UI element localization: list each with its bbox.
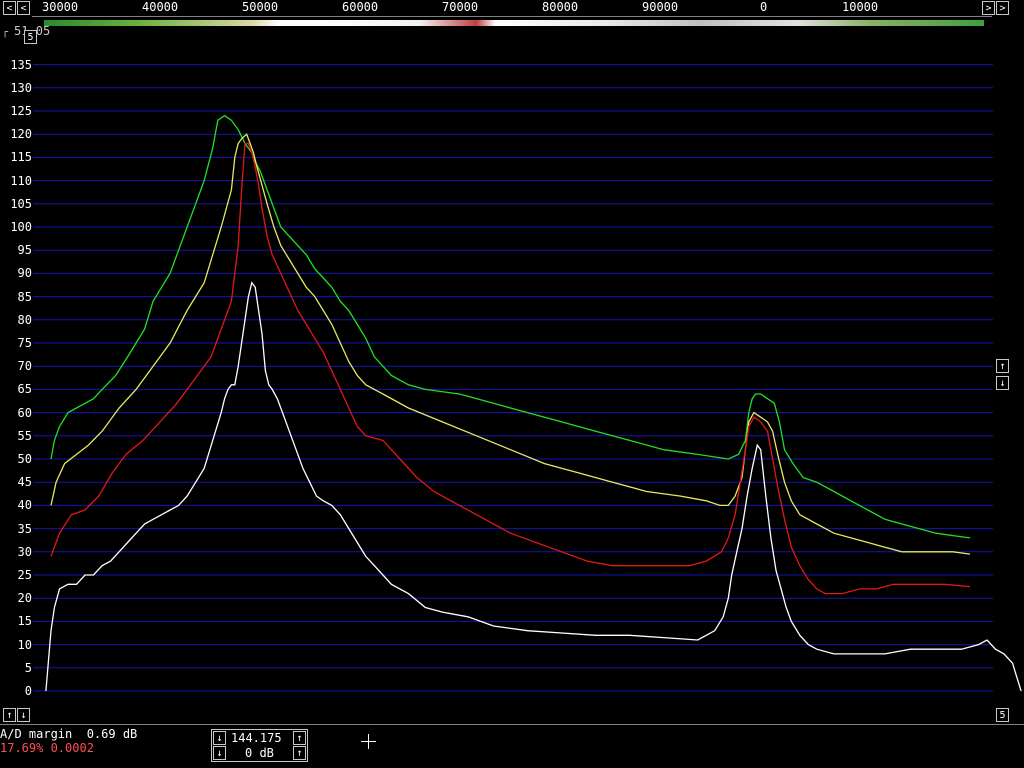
green-trace <box>50 114 971 539</box>
level-down-button[interactable]: ↓ <box>996 376 1009 390</box>
y-axis-label: 125 <box>10 104 32 118</box>
frequency-value: 144.175 <box>231 731 282 745</box>
y-axis-label: 75 <box>17 336 32 350</box>
gain-down-button[interactable]: ↓ <box>213 746 226 760</box>
y-axis-label: 110 <box>10 173 32 188</box>
ad-margin-status: A/D margin 0.69 dB <box>0 727 138 741</box>
y-axis-label: 55 <box>17 428 32 443</box>
cpu-load-status: 17.69% 0.0002 <box>0 741 94 755</box>
red-trace <box>50 142 971 595</box>
y-axis-label: 45 <box>17 475 32 490</box>
level-up-button[interactable]: ↑ <box>996 359 1009 373</box>
gain-value: 0 dB <box>245 746 274 760</box>
zoom-up-button[interactable]: ↑ <box>3 708 16 722</box>
y-axis-label: 40 <box>17 498 32 513</box>
y-axis-label: 5 <box>24 660 32 675</box>
y-axis-label: 135 <box>10 57 32 72</box>
y-axis-label: 85 <box>17 289 32 304</box>
y-axis-label: 100 <box>10 220 32 234</box>
y-axis-label: 20 <box>17 591 32 606</box>
y-axis-label: 15 <box>17 614 32 629</box>
y-axis-label: 60 <box>17 405 32 420</box>
freq-up-button[interactable]: ↑ <box>293 731 306 745</box>
y-axis-label: 130 <box>10 80 32 95</box>
y-axis-label: 10 <box>17 637 32 652</box>
y-axis-label: 120 <box>10 127 32 142</box>
white-trace <box>45 281 1022 692</box>
freq-down-button[interactable]: ↓ <box>213 731 226 745</box>
y-axis-label: 25 <box>17 568 32 582</box>
gain-up-button[interactable]: ↑ <box>293 746 306 760</box>
y-axis-label: 115 <box>10 150 32 165</box>
y-axis-label: 30 <box>17 544 32 559</box>
zoom-down-button[interactable]: ↓ <box>17 708 30 722</box>
y-axis-label: 70 <box>17 359 32 374</box>
y-axis-label: 50 <box>17 452 32 466</box>
cursor-crosshair-v <box>368 734 369 749</box>
y-axis-label: 0 <box>24 684 32 698</box>
y-axis-label: 105 <box>10 196 32 211</box>
bottom-right-button[interactable]: 5 <box>996 708 1009 722</box>
spectrum-plot <box>33 64 1022 692</box>
y-axis-label: 65 <box>17 382 32 397</box>
y-axis-label: 80 <box>17 312 32 327</box>
status-divider <box>0 724 1024 725</box>
y-axis-label: 90 <box>17 266 32 281</box>
y-axis-label: 35 <box>17 521 32 536</box>
y-axis-label: 95 <box>17 243 32 258</box>
